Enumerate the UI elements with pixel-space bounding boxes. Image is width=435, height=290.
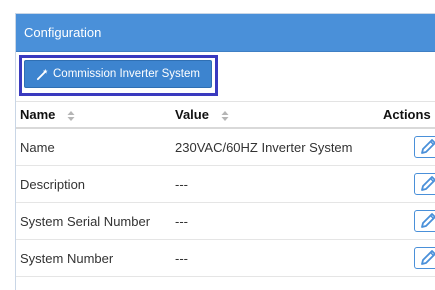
table-row: System Number --- bbox=[16, 239, 435, 277]
table-row: System Serial Number --- bbox=[16, 202, 435, 240]
table-row: Name 230VAC/60HZ Inverter System bbox=[16, 128, 435, 166]
toolbar: Commission Inverter System bbox=[16, 52, 435, 102]
sort-icon bbox=[67, 110, 75, 121]
panel-title: Configuration bbox=[16, 14, 435, 52]
row-actions-cell bbox=[379, 165, 435, 203]
row-name-cell: System Serial Number bbox=[16, 202, 171, 240]
edit-button[interactable] bbox=[414, 136, 435, 158]
column-header-label: Actions bbox=[383, 107, 431, 122]
commission-button-label: Commission Inverter System bbox=[53, 68, 200, 80]
row-value-cell: --- bbox=[171, 202, 379, 240]
commission-inverter-system-button[interactable]: Commission Inverter System bbox=[24, 60, 212, 88]
magic-wand-icon bbox=[36, 68, 48, 80]
table-row: Description --- bbox=[16, 165, 435, 203]
column-header-value[interactable]: Value bbox=[171, 102, 379, 129]
edit-icon bbox=[421, 176, 435, 191]
config-table: Name Value Actions Name 230VAC/60HZ Inve… bbox=[16, 102, 435, 277]
row-actions-cell bbox=[379, 239, 435, 277]
row-name-cell: Description bbox=[16, 165, 171, 203]
column-header-label: Name bbox=[20, 107, 56, 122]
edit-icon bbox=[421, 250, 435, 265]
row-value-cell: 230VAC/60HZ Inverter System bbox=[171, 128, 379, 166]
configuration-panel: Configuration Commission Inverter System… bbox=[15, 13, 435, 290]
column-header-actions: Actions bbox=[379, 102, 435, 129]
sort-icon bbox=[221, 110, 229, 121]
column-header-label: Value bbox=[175, 107, 209, 122]
row-value-cell: --- bbox=[171, 239, 379, 277]
edit-icon bbox=[421, 139, 435, 154]
row-actions-cell bbox=[379, 128, 435, 166]
row-name-cell: System Number bbox=[16, 239, 171, 277]
edit-button[interactable] bbox=[414, 173, 435, 195]
row-value-cell: --- bbox=[171, 165, 379, 203]
edit-button[interactable] bbox=[414, 247, 435, 269]
edit-button[interactable] bbox=[414, 210, 435, 232]
row-actions-cell bbox=[379, 202, 435, 240]
table-header-row: Name Value Actions bbox=[16, 102, 435, 129]
column-header-name[interactable]: Name bbox=[16, 102, 171, 129]
edit-icon bbox=[421, 213, 435, 228]
row-name-cell: Name bbox=[16, 128, 171, 166]
